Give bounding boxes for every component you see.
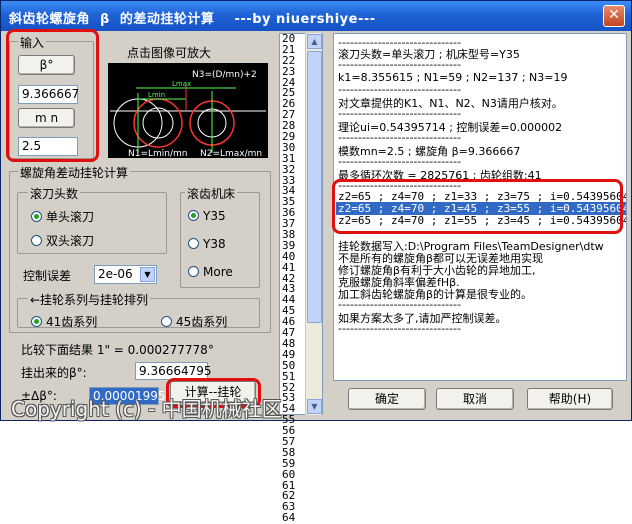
gear-preview-image[interactable]: Lmin Lmax N3=(D/mn)+2 N1=Lmin/mn N2=Lmax… xyxy=(108,63,268,158)
radio-45-series-label: 45齿系列 xyxy=(176,315,228,329)
gear-diagram: Lmin Lmax N3=(D/mn)+2 N1=Lmin/mn N2=Lmax… xyxy=(110,70,266,158)
scroll-up-icon[interactable]: ▲ xyxy=(307,34,322,49)
radio-45-series[interactable]: 45齿系列 xyxy=(161,313,227,330)
radio-y35[interactable]: Y35 xyxy=(188,209,226,223)
line-number: 64 xyxy=(282,511,296,524)
radio-dot-icon xyxy=(188,238,199,249)
line-number: 56 xyxy=(282,424,296,438)
machine-label: 滚齿机床 xyxy=(185,185,238,202)
lmin-label: Lmin xyxy=(148,91,165,99)
tolerance-label: 控制误差 xyxy=(23,269,72,283)
dialog-window: 斜齿轮螺旋角 β 的差动挂轮计算 ---by niuershiye--- ✕ 输… xyxy=(0,0,632,523)
preview-caption: 点击图像可放大 xyxy=(127,46,212,60)
line-number: 58 xyxy=(282,445,296,459)
scrollbar[interactable]: ▲ ▼ xyxy=(305,33,322,415)
comparison-label: 比较下面结果 1" = 0.000277778° xyxy=(21,343,214,357)
n1-formula: N1=Lmin/mn xyxy=(128,149,188,158)
scroll-down-icon[interactable]: ▼ xyxy=(307,399,322,414)
tolerance-select[interactable]: 2e-06 ▼ xyxy=(94,265,157,284)
radio-more-label: More xyxy=(203,265,233,279)
radio-41-series-label: 41齿系列 xyxy=(46,315,98,329)
n2-formula: N2=Lmax/mn xyxy=(200,149,262,158)
radio-single-hob-label: 单头滚刀 xyxy=(46,210,95,224)
title-bar[interactable]: 斜齿轮螺旋角 β 的差动挂轮计算 ---by niuershiye--- ✕ xyxy=(1,1,631,31)
calc-group-label: 螺旋角差动挂轮计算 xyxy=(18,164,131,181)
radio-dot-icon xyxy=(161,316,172,327)
radio-double-hob[interactable]: 双头滚刀 xyxy=(31,232,94,249)
radio-more[interactable]: More xyxy=(188,265,233,279)
line-number: 61 xyxy=(282,478,296,492)
n3-formula: N3=(D/mn)+2 xyxy=(192,70,257,80)
cancel-button[interactable]: 取消 xyxy=(436,388,514,410)
radio-y38[interactable]: Y38 xyxy=(188,237,226,251)
radio-y38-label: Y38 xyxy=(203,237,226,251)
radio-dot-icon xyxy=(31,235,42,246)
line-number: 62 xyxy=(282,489,296,503)
radio-dot-icon xyxy=(188,266,199,277)
highlight-results-box xyxy=(332,179,623,234)
radio-dot-selected-icon xyxy=(31,211,42,222)
hob-heads-label: 滚刀头数 xyxy=(28,185,81,202)
copyright-watermark: Copyright (c) - 中国机械社区 xyxy=(11,397,282,421)
radio-41-series[interactable]: 41齿系列 xyxy=(31,313,97,330)
separator-line: ------------------------------- xyxy=(338,322,462,335)
highlight-input-box xyxy=(6,29,99,162)
ok-button[interactable]: 确定 xyxy=(348,388,426,410)
radio-dot-selected-icon xyxy=(31,316,42,327)
tolerance-value: 2e-06 xyxy=(98,267,133,281)
radio-y35-label: Y35 xyxy=(203,209,226,223)
line-number: 59 xyxy=(282,456,296,470)
dropdown-arrow-icon[interactable]: ▼ xyxy=(140,267,155,282)
lmax-label: Lmax xyxy=(172,80,191,88)
scroll-thumb[interactable] xyxy=(307,51,322,323)
separator-line: ------------------------------- xyxy=(338,58,462,71)
series-label: ←挂轮系列与挂轮排列 xyxy=(28,291,151,308)
line-number: 63 xyxy=(282,500,296,514)
hung-beta-label: 挂出来的β°: xyxy=(21,366,87,380)
line-number: 57 xyxy=(282,434,296,448)
close-button[interactable]: ✕ xyxy=(603,5,625,27)
line-number: 60 xyxy=(282,467,296,481)
radio-dot-selected-icon xyxy=(188,210,199,221)
window-title: 斜齿轮螺旋角 β 的差动挂轮计算 ---by niuershiye--- xyxy=(9,12,376,27)
help-button[interactable]: 帮助(H) xyxy=(527,388,613,410)
radio-single-hob[interactable]: 单头滚刀 xyxy=(31,208,94,225)
radio-double-hob-label: 双头滚刀 xyxy=(46,234,95,248)
